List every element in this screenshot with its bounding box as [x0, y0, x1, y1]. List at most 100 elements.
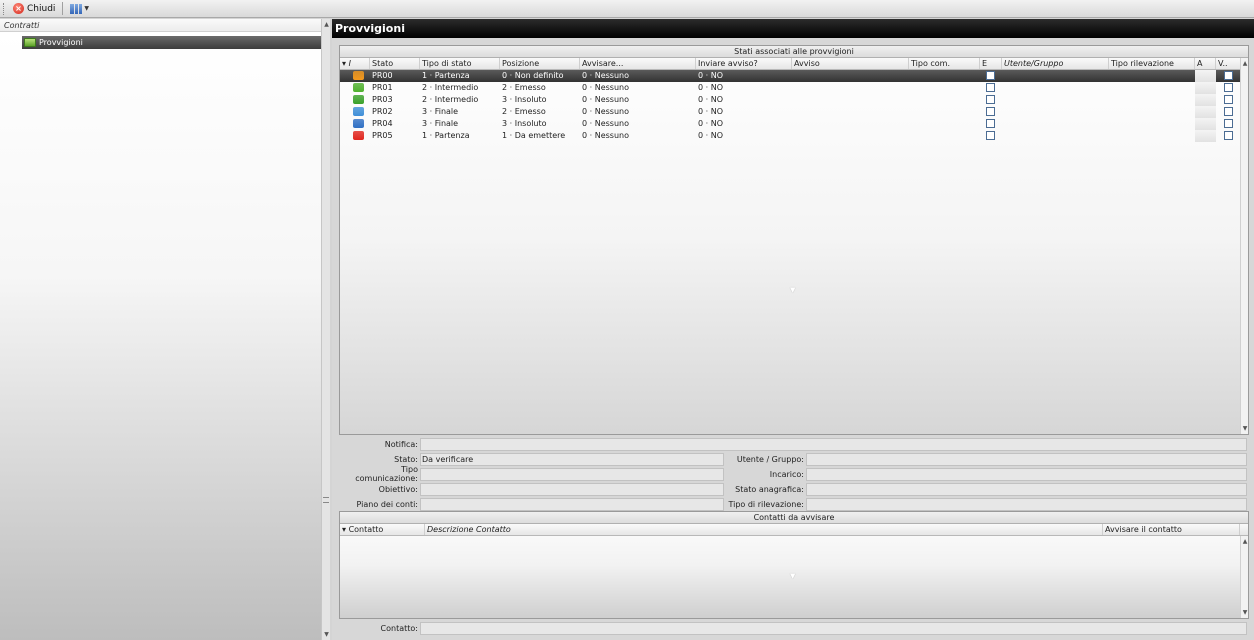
- column-header-descrizione-contatto[interactable]: Descrizione Contatto: [425, 524, 1103, 535]
- checkbox[interactable]: [986, 71, 995, 80]
- contacts-grid-scrollbar[interactable]: ▲ ▼: [1240, 536, 1248, 618]
- column-header-tipo-rilevazione[interactable]: Tipo rilevazione: [1109, 58, 1195, 69]
- splitter-grip[interactable]: [323, 497, 329, 503]
- column-header-tipo-stato[interactable]: Tipo di stato: [420, 58, 500, 69]
- checkbox[interactable]: [986, 107, 995, 116]
- utente-gruppo-field[interactable]: [806, 452, 1247, 466]
- checkbox[interactable]: [986, 83, 995, 92]
- avvisare-cell: 0 · Nessuno: [582, 83, 629, 92]
- contatto-label: Contatto:: [380, 623, 418, 633]
- stato-cell: PR05: [372, 131, 393, 140]
- filter-indicator-header[interactable]: ▾ I: [340, 58, 370, 69]
- scroll-down-icon[interactable]: ▼: [1241, 425, 1249, 432]
- column-header-v[interactable]: V..: [1216, 58, 1242, 69]
- checkbox[interactable]: [986, 95, 995, 104]
- state-color-cell: [340, 106, 370, 118]
- avviso-cell: [792, 70, 909, 82]
- tree-item-label: Provvigioni: [39, 38, 83, 47]
- checkbox[interactable]: [1224, 95, 1233, 104]
- scroll-up-icon[interactable]: ▲: [1241, 60, 1249, 67]
- tipo-comunicazione-field[interactable]: [420, 467, 724, 481]
- scroll-down-icon[interactable]: ▼: [1241, 609, 1249, 616]
- stato-cell: PR03: [372, 95, 393, 104]
- a-cell: [1195, 118, 1216, 130]
- table-row[interactable]: PR00 1 · Partenza 0 · Non definito 0 · Ness…: [340, 70, 1248, 82]
- avvisare-cell: 0 · Nessuno: [582, 71, 629, 80]
- checkbox[interactable]: [1224, 107, 1233, 116]
- e-checkbox-cell: [980, 70, 1002, 82]
- left-scrollbar[interactable]: ▲ ▼: [321, 19, 330, 640]
- state-color-icon: [353, 95, 364, 104]
- inviare-avviso-cell: 0 · NO: [698, 107, 723, 116]
- table-row[interactable]: PR02 3 · Finale 2 · Emesso 0 · Nessuno 0 · N…: [340, 106, 1248, 118]
- avvisare-cell: 0 · Nessuno: [582, 107, 629, 116]
- close-button[interactable]: × Chiudi: [10, 1, 58, 16]
- table-row[interactable]: PR04 3 · Finale 3 · Insoluto 0 · Nessuno 0 ·…: [340, 118, 1248, 130]
- scroll-down-icon[interactable]: ▼: [322, 631, 331, 638]
- state-color-icon: [353, 119, 364, 128]
- checkbox[interactable]: [1224, 83, 1233, 92]
- table-row[interactable]: PR03 2 · Intermedio 3 · Insoluto 0 · Nessun…: [340, 94, 1248, 106]
- state-color-icon: [353, 83, 364, 92]
- e-checkbox-cell: [980, 106, 1002, 118]
- column-header-posizione[interactable]: Posizione: [500, 58, 580, 69]
- chevron-down-icon: ▼: [84, 5, 90, 12]
- view-menu-button[interactable]: ▼: [67, 1, 92, 16]
- states-grid: Stati associati alle provvigioni ▾ I Sta…: [339, 45, 1249, 435]
- posizione-cell: 2 · Emesso: [502, 83, 546, 92]
- states-grid-scrollbar[interactable]: ▲ ▼: [1240, 58, 1248, 434]
- column-header-avvisare[interactable]: Avvisare...: [580, 58, 696, 69]
- contatto-field[interactable]: [420, 621, 1247, 635]
- a-cell: [1195, 130, 1216, 142]
- scroll-up-icon[interactable]: ▲: [322, 21, 331, 28]
- left-panel: Contratti Provvigioni ▲ ▼: [0, 19, 330, 640]
- v-checkbox-cell: [1216, 118, 1242, 130]
- column-header-stato[interactable]: Stato: [370, 58, 420, 69]
- tree-item-provvigioni[interactable]: Provvigioni: [22, 36, 321, 49]
- scroll-up-icon[interactable]: ▲: [1241, 538, 1249, 545]
- expand-arrow-icon[interactable]: ▼: [790, 572, 795, 580]
- obiettivo-field[interactable]: [420, 482, 724, 496]
- tipo-rilevazione-cell: [1109, 118, 1195, 130]
- v-checkbox-cell: [1216, 70, 1242, 82]
- stato-label: Stato:: [394, 454, 418, 464]
- column-header-a[interactable]: A: [1195, 58, 1216, 69]
- column-header-tipo-com[interactable]: Tipo com.: [909, 58, 980, 69]
- toolbar-grip[interactable]: [3, 2, 6, 15]
- main-content: Stati associati alle provvigioni ▾ I Sta…: [332, 38, 1254, 640]
- e-checkbox-cell: [980, 130, 1002, 142]
- utente-gruppo-label: Utente / Gruppo:: [736, 454, 804, 464]
- table-row[interactable]: PR05 1 · Partenza 1 · Da emettere 0 · Nessu…: [340, 130, 1248, 142]
- notifica-label: Notifica:: [384, 439, 418, 449]
- tipo-com-cell: [909, 82, 980, 94]
- checkbox[interactable]: [986, 119, 995, 128]
- piano-dei-conti-field[interactable]: [420, 497, 724, 511]
- checkbox[interactable]: [1224, 119, 1233, 128]
- checkbox[interactable]: [1224, 131, 1233, 140]
- stato-field[interactable]: Da verificare: [420, 452, 724, 466]
- column-header-avvisare-contatto[interactable]: Avvisare il contatto: [1103, 524, 1240, 535]
- v-checkbox-cell: [1216, 130, 1242, 142]
- expand-arrow-icon[interactable]: ▼: [790, 286, 795, 294]
- column-header-utente-gruppo[interactable]: Utente/Gruppo: [1002, 58, 1109, 69]
- checkbox[interactable]: [1224, 71, 1233, 80]
- inviare-avviso-cell: 0 · NO: [698, 131, 723, 140]
- column-header-inviare-avviso[interactable]: Inviare avviso?: [696, 58, 792, 69]
- avvisare-cell: 0 · Nessuno: [582, 95, 629, 104]
- a-cell: [1195, 70, 1216, 82]
- column-header-avviso[interactable]: Avviso: [792, 58, 909, 69]
- inviare-avviso-cell: 0 · NO: [698, 71, 723, 80]
- tipo-rilevazione-field[interactable]: [806, 497, 1247, 511]
- incarico-field[interactable]: [806, 467, 1247, 481]
- stato-anagrafica-label: Stato anagrafica:: [735, 484, 804, 494]
- state-color-cell: [340, 118, 370, 130]
- checkbox[interactable]: [986, 131, 995, 140]
- column-header-e[interactable]: E: [980, 58, 1002, 69]
- contacts-grid: Contatti da avvisare ▾ Contatto Descrizi…: [339, 511, 1249, 619]
- stato-anagrafica-field[interactable]: [806, 482, 1247, 496]
- a-cell: [1195, 82, 1216, 94]
- notifica-field[interactable]: [420, 437, 1247, 451]
- obiettivo-label: Obiettivo:: [378, 484, 418, 494]
- column-header-contatto[interactable]: ▾ Contatto: [340, 524, 425, 535]
- table-row[interactable]: PR01 2 · Intermedio 2 · Emesso 0 · Nessuno 0…: [340, 82, 1248, 94]
